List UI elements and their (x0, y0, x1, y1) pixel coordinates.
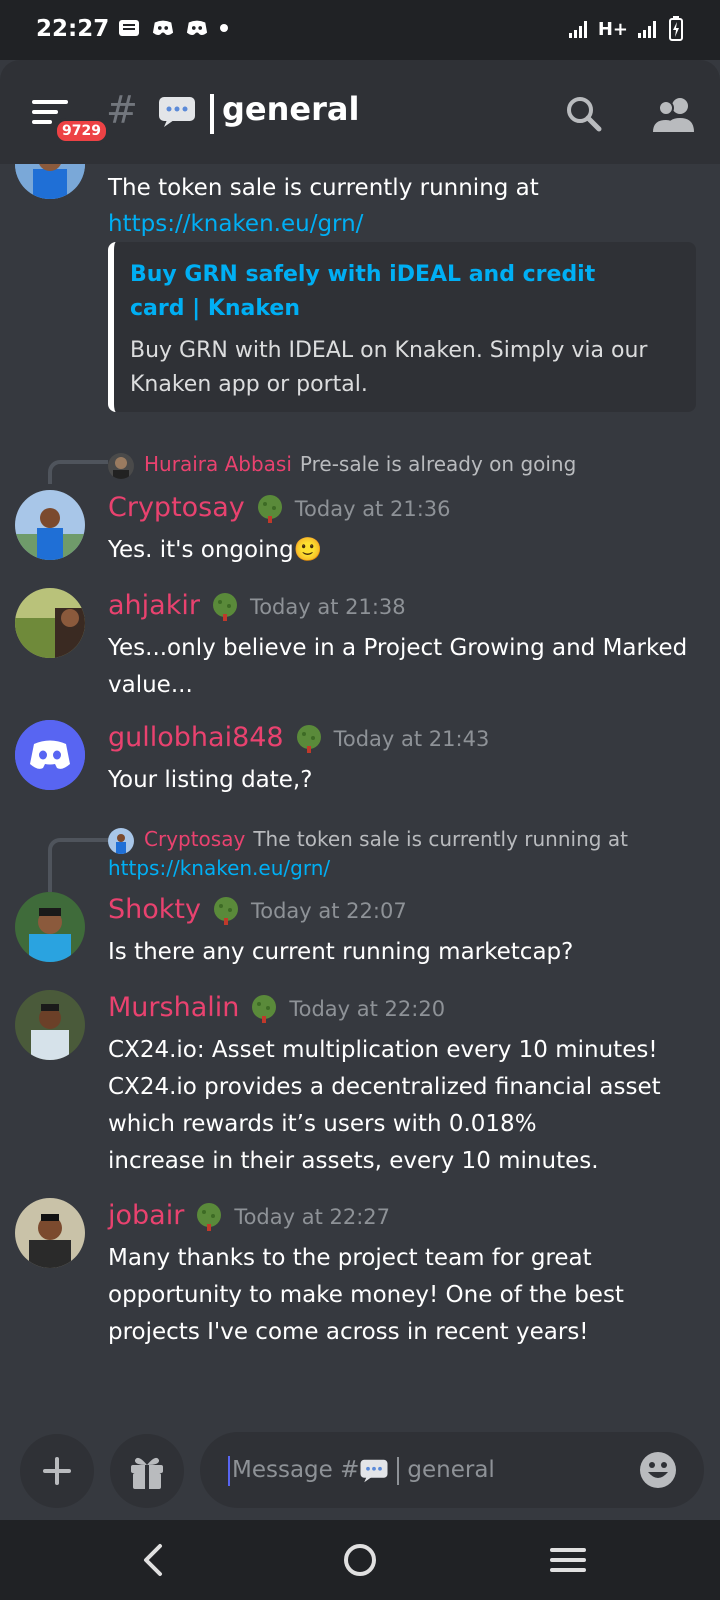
network-type: H+ (597, 18, 628, 40)
reply-link[interactable]: https://knaken.eu/grn/ (108, 856, 330, 880)
search-icon[interactable] (564, 94, 604, 134)
home-icon[interactable] (338, 1538, 382, 1582)
tree-badge-icon (257, 494, 282, 523)
message-text: The token sale is currently running at (108, 175, 539, 201)
message-input[interactable]: Message # general (200, 1432, 704, 1508)
message-text: Is there any current running marketcap? (108, 939, 574, 965)
speech-bubble-icon (159, 97, 195, 127)
reply-text: The token sale is currently running at (253, 827, 628, 851)
message-text: CX24.io: Asset multiplication every 10 m… (108, 1037, 661, 1174)
message-author[interactable]: ahjakir Today at 21:38 (108, 590, 406, 622)
message-text: Yes. it's ongoing🙂 (108, 537, 323, 563)
message-text: Your listing date,? (108, 767, 313, 793)
text-caret (228, 1455, 230, 1486)
recent-apps-icon[interactable] (546, 1538, 590, 1582)
message-list[interactable]: The token sale is currently running at h… (0, 164, 720, 1424)
reply-author: Cryptosay (144, 827, 246, 851)
tree-badge-icon (212, 592, 237, 621)
avatar[interactable] (15, 1198, 85, 1268)
message-timestamp: Today at 22:20 (289, 996, 446, 1021)
message-author[interactable]: Cryptosay Today at 21:36 (108, 492, 451, 524)
notification-discord-icon-2 (186, 20, 208, 36)
message-text: Many thanks to the project team for grea… (108, 1245, 624, 1345)
avatar[interactable] (15, 490, 85, 560)
composer-bar: Message # general (0, 1424, 720, 1520)
plus-icon (43, 1457, 71, 1485)
embed-description: Buy GRN with IDEAL on Knaken. Simply via… (130, 338, 648, 397)
reply-avatar (108, 827, 134, 854)
tree-badge-icon (197, 1202, 222, 1231)
channel-header: 9729 # general (0, 60, 720, 164)
message-author[interactable]: gullobhai848 Today at 21:43 (108, 722, 489, 754)
message-timestamp: Today at 22:07 (250, 898, 407, 923)
channel-hash-icon: # (106, 88, 138, 132)
reply-preview[interactable]: Huraira Abbasi Pre-sale is already on goi… (108, 452, 576, 479)
avatar[interactable] (15, 720, 85, 790)
reply-author: Huraira Abbasi (144, 452, 292, 476)
battery-charging-icon (669, 16, 683, 41)
signal-icon (568, 21, 587, 38)
avatar[interactable] (15, 892, 85, 962)
signal-icon-2 (638, 21, 656, 38)
message-link[interactable]: https://knaken.eu/grn/ (108, 206, 708, 243)
hamburger-menu-button[interactable]: 9729 (32, 98, 109, 144)
mention-badge: 9729 (54, 118, 109, 144)
tree-badge-icon (296, 724, 321, 753)
reply-avatar (108, 452, 134, 479)
message-author[interactable]: Shokty Today at 22:07 (108, 894, 407, 926)
message-timestamp: Today at 21:43 (333, 726, 490, 751)
message-timestamp: Today at 22:27 (234, 1204, 391, 1229)
title-divider (210, 94, 214, 134)
notification-discord-icon (152, 20, 174, 36)
back-icon[interactable] (132, 1538, 176, 1582)
message-text: Yes...only believe in a Project Growing … (108, 635, 688, 698)
message-author[interactable]: jobair Today at 22:27 (108, 1200, 390, 1232)
avatar[interactable] (15, 990, 85, 1060)
link-embed[interactable]: Buy GRN safely with iDEAL and credit car… (108, 242, 696, 412)
message-timestamp: Today at 21:36 (294, 496, 451, 521)
message-timestamp: Today at 21:38 (249, 594, 406, 619)
tree-badge-icon (213, 896, 238, 925)
message-author[interactable]: Murshalin Today at 22:20 (108, 992, 445, 1024)
discord-logo-icon (15, 720, 85, 790)
reply-text: Pre-sale is already on going (299, 452, 577, 476)
gift-icon (131, 1457, 163, 1489)
android-nav-bar (0, 1520, 720, 1600)
emoji-icon[interactable] (638, 1450, 678, 1490)
notification-news-icon (119, 20, 139, 36)
channel-title: general (222, 90, 360, 128)
add-attachment-button[interactable] (20, 1434, 94, 1508)
speech-bubble-icon (360, 1459, 388, 1482)
reply-spine (48, 460, 108, 484)
tree-badge-icon (252, 994, 277, 1023)
reply-spine (48, 838, 108, 892)
status-bar: 22:27 H+ (0, 0, 720, 60)
avatar[interactable] (15, 164, 85, 199)
reply-preview[interactable]: Cryptosay The token sale is currently run… (108, 827, 628, 854)
status-time: 22:27 (36, 16, 110, 42)
gift-button[interactable] (110, 1434, 184, 1508)
embed-title[interactable]: Buy GRN safely with iDEAL and credit car… (130, 258, 650, 326)
members-icon[interactable] (652, 94, 696, 134)
avatar[interactable] (15, 588, 85, 658)
more-notifications-dot (220, 24, 228, 32)
